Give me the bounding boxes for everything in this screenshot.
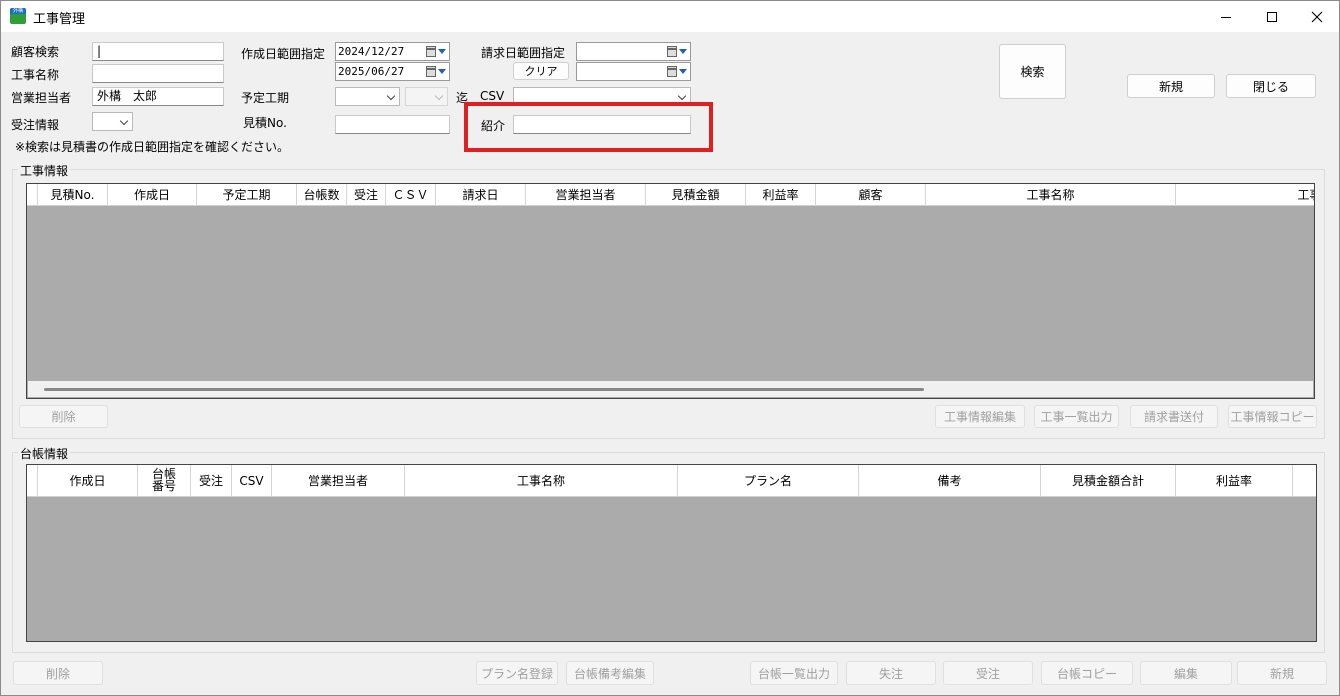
estimate-no-input[interactable] — [335, 115, 450, 134]
project-col-header[interactable]: 予定工期 — [197, 184, 297, 206]
invoice-send-button[interactable]: 請求書送付 — [1130, 405, 1218, 428]
project-col-header[interactable]: 請求日 — [436, 184, 526, 206]
project-edit-button[interactable]: 工事情報編集 — [935, 405, 1025, 428]
ledger-col-header[interactable]: 受注 — [191, 465, 232, 497]
ledger-col-header[interactable]: 作成日 — [38, 465, 138, 497]
row-header-cell — [27, 465, 38, 497]
row-header-cell — [27, 184, 38, 206]
minimize-icon — [1221, 16, 1231, 18]
search-button[interactable]: 検索 — [999, 44, 1066, 99]
project-grid[interactable]: 見積No. 作成日 予定工期 台帳数 受注 ＣＳＶ 請求日 営業担当者 見積金額 利益率 顧客 工事名… — [26, 183, 1315, 399]
project-col-header[interactable]: 工事名称 — [926, 184, 1176, 206]
calendar-icon[interactable] — [667, 66, 677, 77]
ledger-col-header[interactable]: CSV — [232, 465, 272, 497]
ledger-grid[interactable]: 作成日 台帳 番号 受注 CSV 営業担当者 工事名称 プラン名 備考 見積金額合計 利益率 — [26, 464, 1317, 642]
calendar-icon[interactable] — [426, 66, 436, 77]
order-info-select[interactable] — [92, 112, 133, 131]
ledger-copy-button[interactable]: 台帳コピー — [1041, 661, 1133, 685]
project-col-header[interactable]: 営業担当者 — [526, 184, 646, 206]
new-button[interactable]: 新規 — [1127, 74, 1215, 98]
sales-rep-input[interactable]: 外構 太郎 — [92, 87, 224, 106]
ledger-col-header[interactable]: 備考 — [859, 465, 1041, 497]
project-col-header[interactable]: 顧客 — [816, 184, 926, 206]
project-col-header[interactable]: 受注 — [347, 184, 386, 206]
edit-button[interactable]: 編集 — [1140, 661, 1232, 685]
project-delete-button[interactable]: 削除 — [19, 405, 108, 428]
ledger-col-header[interactable]: 利益率 — [1176, 465, 1293, 497]
highlight-box — [464, 102, 713, 152]
project-col-header[interactable]: 作成日 — [108, 184, 197, 206]
customer-search-label: 顧客検索 — [11, 45, 60, 59]
ledger-list-output-button[interactable]: 台帳一覧出力 — [750, 661, 838, 685]
created-from-value: 2024/12/27 — [338, 45, 405, 58]
ledger-note-edit-button[interactable]: 台帳備考編集 — [566, 661, 654, 685]
search-note: ※検索は見積書の作成日範囲指定を確認ください。 — [15, 140, 290, 154]
chevron-down-icon — [386, 91, 396, 101]
billing-to-date[interactable] — [576, 62, 691, 81]
billing-range-label: 請求日範囲指定 — [481, 46, 566, 60]
created-to-value: 2025/06/27 — [338, 65, 405, 78]
customer-search-input[interactable]: | — [92, 42, 224, 61]
project-grid-header: 見積No. 作成日 予定工期 台帳数 受注 ＣＳＶ 請求日 営業担当者 見積金額 利益率 顧客 工事名… — [27, 184, 1314, 206]
ledger-col-header[interactable]: 台帳 番号 — [138, 465, 191, 497]
ledger-col-header[interactable]: 工事名称 — [405, 465, 678, 497]
schedule-from-select[interactable] — [335, 87, 400, 106]
estimate-no-label: 見積No. — [243, 116, 287, 130]
close-icon — [1311, 11, 1323, 22]
ledger-col-header[interactable]: プラン名 — [678, 465, 859, 497]
title-bar: 外構 工事管理 — [1, 1, 1339, 32]
project-name-label: 工事名称 — [11, 68, 60, 82]
ledger-delete-button[interactable]: 削除 — [13, 661, 103, 685]
project-info-title: 工事情報 — [18, 162, 71, 179]
horizontal-scrollbar[interactable] — [28, 381, 1313, 397]
project-copy-button[interactable]: 工事情報コピー — [1228, 405, 1317, 428]
billing-from-date[interactable] — [576, 42, 691, 61]
ledger-col-header[interactable]: 見積金額合計 — [1041, 465, 1176, 497]
project-col-header[interactable]: 見積No. — [38, 184, 108, 206]
schedule-label: 予定工期 — [241, 91, 290, 105]
order-button[interactable]: 受注 — [943, 661, 1033, 685]
plan-register-button[interactable]: プラン名登録 — [476, 661, 558, 685]
scrollbar-thumb[interactable] — [44, 388, 924, 391]
chevron-down-icon — [119, 116, 129, 126]
ledger-col-header[interactable]: 営業担当者 — [272, 465, 405, 497]
calendar-icon[interactable] — [667, 46, 677, 57]
created-from-date[interactable]: 2024/12/27 — [335, 42, 450, 61]
project-col-header[interactable]: ＣＳＶ — [386, 184, 436, 206]
main-window: 外構 工事管理 顧客検索 | 工事名称 営業担当者 外構 太郎 受注情報 ※検索… — [0, 0, 1340, 696]
lost-order-button[interactable]: 失注 — [846, 661, 936, 685]
order-info-label: 受注情報 — [11, 118, 60, 132]
sales-rep-label: 営業担当者 — [11, 91, 72, 105]
created-range-label: 作成日範囲指定 — [241, 47, 326, 61]
maximize-icon — [1267, 11, 1277, 22]
project-col-header[interactable]: 台帳数 — [297, 184, 347, 206]
project-list-output-button[interactable]: 工事一覧出力 — [1034, 405, 1119, 428]
minimize-button[interactable] — [1203, 1, 1249, 32]
ledger-info-title: 台帳情報 — [18, 445, 71, 462]
calendar-icon[interactable] — [426, 46, 436, 57]
created-to-date[interactable]: 2025/06/27 — [335, 62, 450, 81]
close-window-button[interactable] — [1294, 1, 1340, 32]
csv-label: CSV — [480, 89, 505, 103]
dropdown-arrow-icon[interactable] — [679, 69, 687, 74]
clear-button[interactable]: クリア — [513, 62, 569, 80]
dropdown-arrow-icon[interactable] — [438, 49, 446, 54]
app-icon-text: 外構 — [10, 8, 26, 14]
schedule-to-select — [405, 87, 448, 106]
project-col-header[interactable]: 利益率 — [746, 184, 816, 206]
dropdown-arrow-icon[interactable] — [438, 69, 446, 74]
project-col-header[interactable]: 見積金額 — [646, 184, 746, 206]
chevron-down-icon — [677, 91, 687, 101]
close-button[interactable]: 閉じる — [1226, 74, 1316, 98]
maximize-button[interactable] — [1249, 1, 1295, 32]
project-name-input[interactable] — [92, 64, 224, 83]
window-title: 工事管理 — [33, 12, 86, 27]
project-col-header[interactable]: 工事場 — [1176, 184, 1314, 206]
dropdown-arrow-icon[interactable] — [679, 49, 687, 54]
app-icon: 外構 — [10, 8, 26, 24]
chevron-down-icon — [434, 91, 444, 101]
ledger-grid-header: 作成日 台帳 番号 受注 CSV 営業担当者 工事名称 プラン名 備考 見積金額合計 利益率 — [27, 465, 1316, 497]
ledger-new-button[interactable]: 新規 — [1237, 661, 1327, 685]
